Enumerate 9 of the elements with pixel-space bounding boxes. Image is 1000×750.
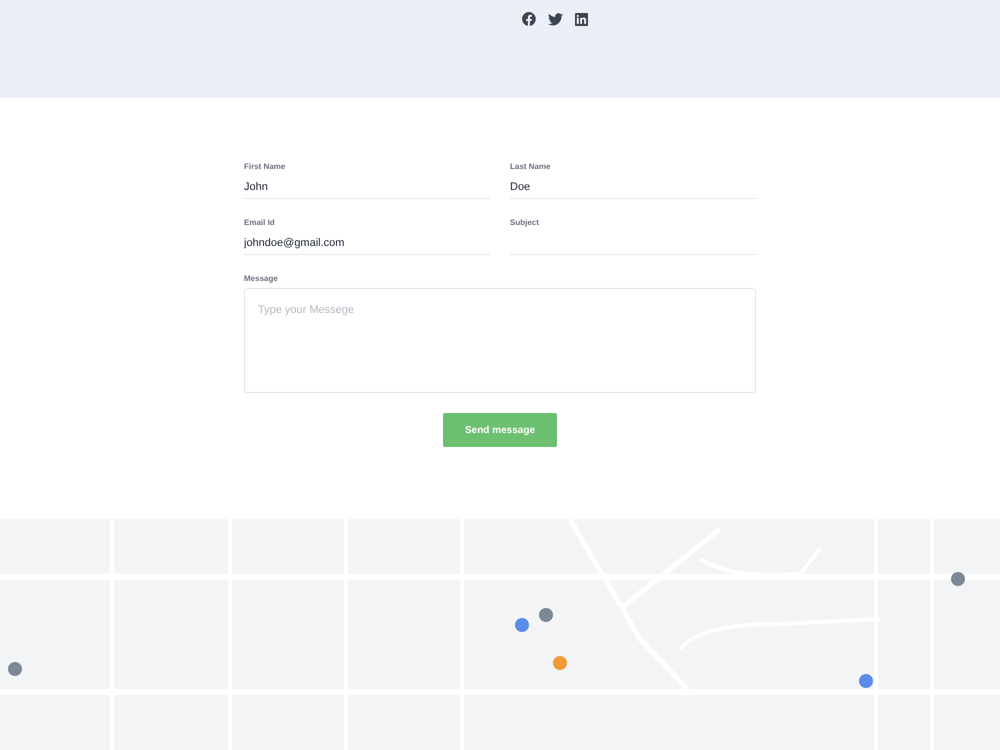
message-field[interactable]: Type your Messege bbox=[244, 288, 756, 393]
field-label: First Name bbox=[244, 162, 286, 172]
twitter-icon[interactable] bbox=[548, 12, 563, 26]
field-label: Message bbox=[244, 274, 279, 284]
field-label: Email Id bbox=[244, 218, 276, 228]
facebook-icon[interactable] bbox=[522, 12, 536, 26]
linkedin-icon[interactable] bbox=[575, 12, 588, 26]
field-label: Subject bbox=[510, 218, 540, 228]
field-label: Last Name bbox=[510, 162, 552, 172]
